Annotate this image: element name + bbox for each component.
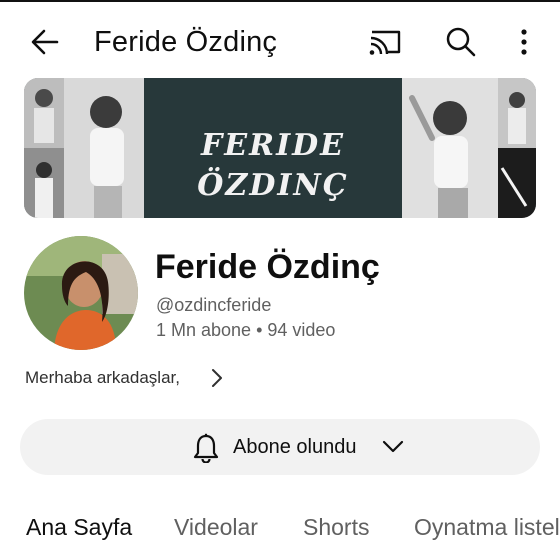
tab-shorts[interactable]: Shorts — [303, 512, 369, 542]
more-vert-icon[interactable] — [512, 24, 536, 60]
bell-icon — [193, 433, 219, 463]
channel-handle: @ozdincferide — [156, 295, 272, 315]
app-bar: Feride Özdinç — [0, 2, 560, 76]
tab-playlists[interactable]: Oynatma listeleri — [414, 512, 560, 542]
chevron-right-icon[interactable] — [206, 367, 228, 389]
banner-title: FERIDE ÖZDINÇ — [197, 128, 349, 203]
banner-photo-left — [24, 78, 144, 218]
stats-separator: • — [256, 320, 263, 340]
subscribed-button[interactable]: Abone olundu — [20, 419, 540, 475]
channel-description[interactable]: Merhaba arkadaşlar, — [25, 366, 180, 390]
banner-photo-right — [402, 78, 536, 218]
subscribed-label: Abone olundu — [233, 436, 357, 458]
banner-title-panel: FERIDE ÖZDINÇ — [144, 78, 402, 218]
cast-icon[interactable] — [366, 24, 404, 60]
subscriber-count: 1 Mn abone — [156, 320, 252, 340]
chevron-down-icon — [382, 440, 404, 453]
channel-name: Feride Özdinç — [155, 248, 380, 286]
tab-videos[interactable]: Videolar — [174, 512, 258, 542]
avatar[interactable] — [24, 236, 138, 350]
channel-tabs: Ana Sayfa Videolar Shorts Oynatma listel… — [0, 498, 560, 560]
channel-stats: 1 Mn abone • 94 video — [156, 318, 335, 342]
video-count: 94 video — [267, 320, 336, 340]
arrow-left-icon[interactable] — [27, 24, 63, 60]
page-title: Feride Özdinç — [94, 26, 278, 58]
search-icon[interactable] — [443, 24, 479, 60]
channel-banner: FERIDE ÖZDINÇ — [24, 78, 536, 218]
tab-home[interactable]: Ana Sayfa — [26, 512, 132, 542]
